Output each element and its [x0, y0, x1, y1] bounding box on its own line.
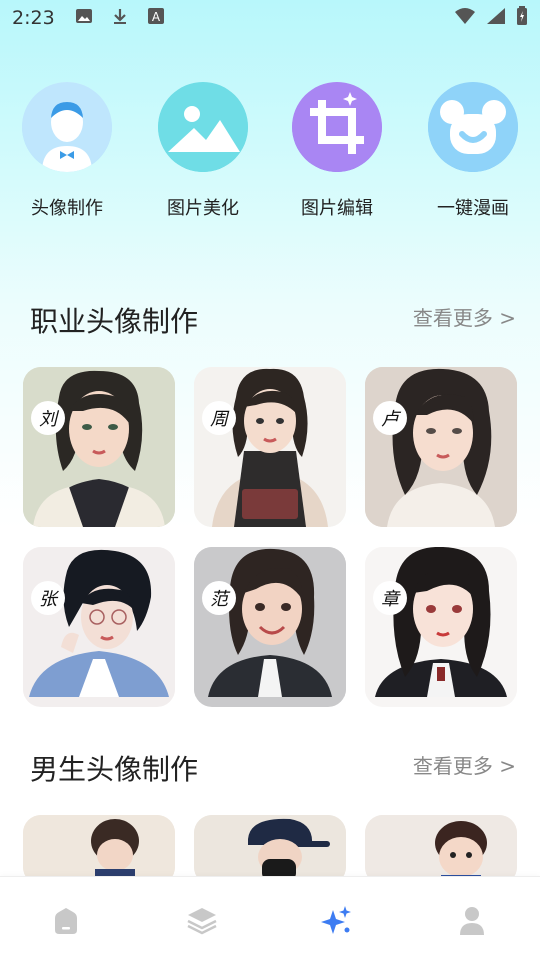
- tool-label-image-edit: 图片编辑: [301, 198, 373, 219]
- sparkle-icon: [321, 906, 351, 934]
- more-link-male[interactable]: 查看更多 >: [413, 750, 516, 779]
- section-title-professional: 职业头像制作: [30, 305, 199, 338]
- avatar-card[interactable]: 刘: [23, 367, 175, 527]
- app-notification-icon: A: [147, 7, 165, 29]
- tool-comic[interactable]: 一键漫画: [418, 82, 528, 220]
- svg-text:A: A: [152, 10, 161, 24]
- avatar-illustration: [365, 547, 517, 697]
- bear-comic-icon: [428, 82, 518, 172]
- male-avatar-illustration: [365, 815, 517, 885]
- avatar-card[interactable]: 卢: [365, 367, 517, 527]
- nav-creation[interactable]: [318, 903, 354, 939]
- name-badge: 卢: [373, 401, 407, 435]
- male-avatar-illustration: [194, 815, 346, 885]
- quick-tools: 头像制作 图片美化 图片编辑 一键漫画: [0, 82, 540, 222]
- download-notification-icon: [111, 7, 129, 29]
- avatar-illustration: [23, 547, 175, 697]
- image-beautify-icon: [158, 82, 248, 172]
- tool-image-beautify[interactable]: 图片美化: [148, 82, 258, 220]
- image-notification-icon: [75, 7, 93, 29]
- name-badge: 范: [202, 581, 236, 615]
- tool-avatar-maker[interactable]: 头像制作: [12, 82, 122, 220]
- profile-icon: [460, 907, 484, 935]
- signal-icon: [486, 7, 506, 29]
- status-time: 2:23: [12, 7, 55, 29]
- avatar-card[interactable]: 章: [365, 547, 517, 707]
- male-avatar-card[interactable]: [365, 815, 517, 885]
- name-badge: 周: [202, 401, 236, 435]
- avatar-card[interactable]: 张: [23, 547, 175, 707]
- tool-image-edit[interactable]: 图片编辑: [282, 82, 392, 220]
- avatar-illustration: [365, 367, 517, 527]
- home-icon: [55, 908, 77, 934]
- avatar-illustration: [194, 547, 346, 697]
- avatar-card[interactable]: 周: [194, 367, 346, 527]
- crop-edit-icon: [292, 82, 382, 172]
- tool-label-comic: 一键漫画: [437, 198, 509, 219]
- battery-icon: [516, 6, 528, 30]
- name-badge: 章: [373, 581, 407, 615]
- avatar-illustration: [194, 367, 346, 527]
- bottom-navigation: [0, 876, 540, 960]
- section-title-male: 男生头像制作: [30, 753, 199, 786]
- more-link-professional[interactable]: 查看更多 >: [413, 302, 516, 331]
- avatar-card[interactable]: 范: [194, 547, 346, 707]
- nav-layers[interactable]: [184, 903, 220, 939]
- name-badge: 刘: [31, 401, 65, 435]
- tool-label-avatar-maker: 头像制作: [31, 198, 103, 219]
- wifi-icon: [454, 7, 476, 29]
- avatar-maker-icon: [22, 82, 112, 172]
- layers-icon: [187, 908, 217, 935]
- name-badge: 张: [31, 581, 65, 615]
- male-avatar-illustration: [23, 815, 175, 885]
- male-avatar-card[interactable]: [23, 815, 175, 885]
- male-avatar-card[interactable]: [194, 815, 346, 885]
- tool-label-image-beautify: 图片美化: [167, 198, 239, 219]
- nav-home[interactable]: [48, 903, 84, 939]
- avatar-illustration: [23, 367, 175, 527]
- status-bar: 2:23 A: [0, 0, 540, 36]
- nav-profile[interactable]: [454, 903, 490, 939]
